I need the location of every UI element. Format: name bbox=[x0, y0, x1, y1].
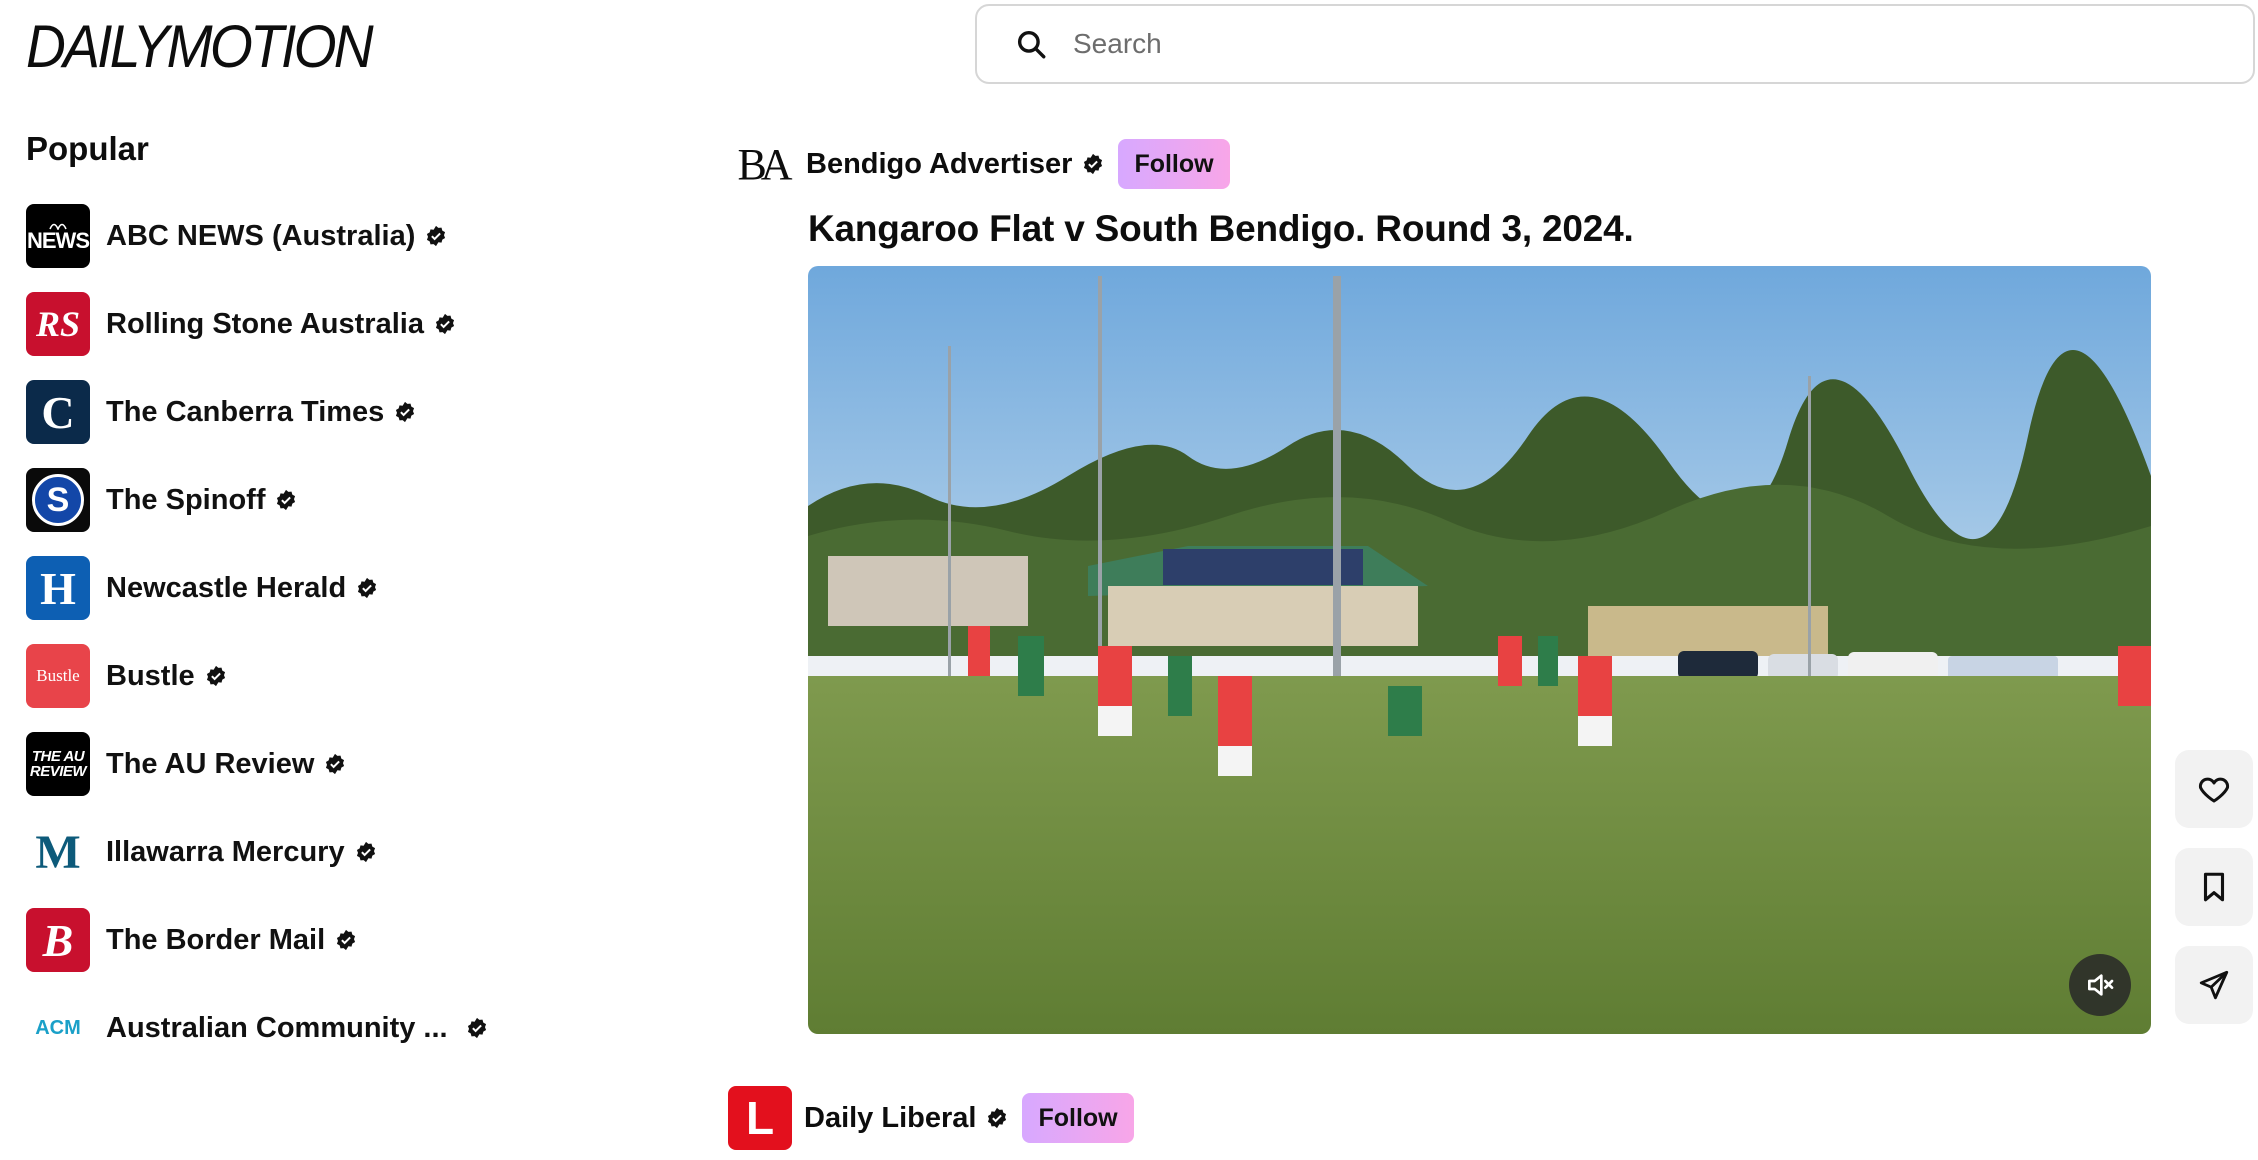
channel-item-abc-news[interactable]: NEWS ABC NEWS (Australia) bbox=[26, 192, 488, 280]
feed-item-header: BA Bendigo Advertiser Follow bbox=[730, 132, 1230, 196]
mute-button[interactable] bbox=[2069, 954, 2131, 1016]
share-icon bbox=[2199, 970, 2229, 1000]
newcastle-herald-logo: H bbox=[26, 556, 90, 620]
channel-item-illawarra-mercury[interactable]: M Illawarra Mercury bbox=[26, 808, 488, 896]
feed-item-header: L Daily Liberal Follow bbox=[728, 1086, 1134, 1150]
video-frame bbox=[808, 266, 2151, 1034]
verified-icon bbox=[1084, 153, 1103, 175]
like-button[interactable] bbox=[2175, 750, 2253, 828]
bookmark-icon bbox=[2203, 872, 2225, 902]
the-spinoff-logo: S bbox=[26, 468, 90, 532]
follow-button[interactable]: Follow bbox=[1022, 1093, 1134, 1143]
video-player[interactable] bbox=[808, 266, 2151, 1034]
bustle-logo: Bustle bbox=[26, 644, 90, 708]
channel-name[interactable]: Illawarra Mercury bbox=[106, 836, 345, 869]
au-review-logo: THE AU REVIEW bbox=[26, 732, 90, 796]
channel-name[interactable]: Australian Community ... bbox=[106, 1012, 448, 1045]
channel-name[interactable]: ABC NEWS (Australia) bbox=[106, 220, 415, 253]
search-bar[interactable] bbox=[975, 4, 2255, 84]
verified-icon bbox=[358, 577, 377, 599]
channel-name[interactable]: Newcastle Herald bbox=[106, 572, 346, 605]
channel-item-border-mail[interactable]: B The Border Mail bbox=[26, 896, 488, 984]
channel-name[interactable]: Rolling Stone Australia bbox=[106, 308, 424, 341]
channel-name[interactable]: The Border Mail bbox=[106, 924, 325, 957]
channel-name[interactable]: The Spinoff bbox=[106, 484, 265, 517]
channel-name[interactable]: The AU Review bbox=[106, 748, 314, 781]
channel-item-au-review[interactable]: THE AU REVIEW The AU Review bbox=[26, 720, 488, 808]
verified-icon bbox=[427, 225, 446, 247]
verified-icon bbox=[337, 929, 356, 951]
illawarra-mercury-logo: M bbox=[26, 820, 90, 884]
search-input[interactable] bbox=[1073, 28, 2173, 60]
the-spinoff-logo-text: S bbox=[32, 474, 84, 526]
channel-item-rolling-stone[interactable]: RS Rolling Stone Australia bbox=[26, 280, 488, 368]
abc-news-logo-text: NEWS bbox=[27, 228, 90, 253]
channel-item-canberra-times[interactable]: C The Canberra Times bbox=[26, 368, 488, 456]
verified-icon bbox=[326, 753, 345, 775]
mute-icon bbox=[2088, 974, 2114, 996]
channel-name[interactable]: The Canberra Times bbox=[106, 396, 384, 429]
author-name[interactable]: Bendigo Advertiser bbox=[806, 148, 1072, 181]
rolling-stone-logo: RS bbox=[26, 292, 90, 356]
video-title[interactable]: Kangaroo Flat v South Bendigo. Round 3, … bbox=[808, 208, 1634, 250]
heart-icon bbox=[2198, 777, 2230, 803]
popular-channel-list: NEWS ABC NEWS (Australia) RS Rolling Sto… bbox=[26, 192, 488, 1072]
channel-item-the-spinoff[interactable]: S The Spinoff bbox=[26, 456, 488, 544]
verified-icon bbox=[396, 401, 415, 423]
verified-icon bbox=[206, 665, 225, 687]
share-button[interactable] bbox=[2175, 946, 2253, 1024]
channel-item-bustle[interactable]: Bustle Bustle bbox=[26, 632, 488, 720]
canberra-times-logo: C bbox=[26, 380, 90, 444]
bookmark-button[interactable] bbox=[2175, 848, 2253, 926]
abc-news-logo: NEWS bbox=[26, 204, 90, 268]
daily-liberal-logo[interactable]: L bbox=[728, 1086, 792, 1150]
popular-heading: Popular bbox=[26, 130, 149, 167]
verified-icon bbox=[356, 841, 375, 863]
author-name[interactable]: Daily Liberal bbox=[804, 1102, 976, 1135]
verified-icon bbox=[435, 313, 455, 335]
channel-item-newcastle-herald[interactable]: H Newcastle Herald bbox=[26, 544, 488, 632]
channel-name[interactable]: Bustle bbox=[106, 660, 195, 693]
border-mail-logo: B bbox=[26, 908, 90, 972]
search-icon[interactable] bbox=[1011, 24, 1051, 64]
channel-item-acm[interactable]: ACM Australian Community ... bbox=[26, 984, 488, 1072]
verified-icon bbox=[988, 1107, 1007, 1129]
follow-button[interactable]: Follow bbox=[1118, 139, 1230, 189]
video-actions bbox=[2175, 750, 2253, 1044]
verified-icon bbox=[467, 1017, 486, 1039]
acm-logo: ACM bbox=[26, 996, 90, 1060]
bendigo-advertiser-logo[interactable]: BA bbox=[730, 132, 794, 196]
verified-icon bbox=[277, 489, 296, 511]
dailymotion-logo[interactable]: DAILYMOTION bbox=[26, 12, 374, 81]
